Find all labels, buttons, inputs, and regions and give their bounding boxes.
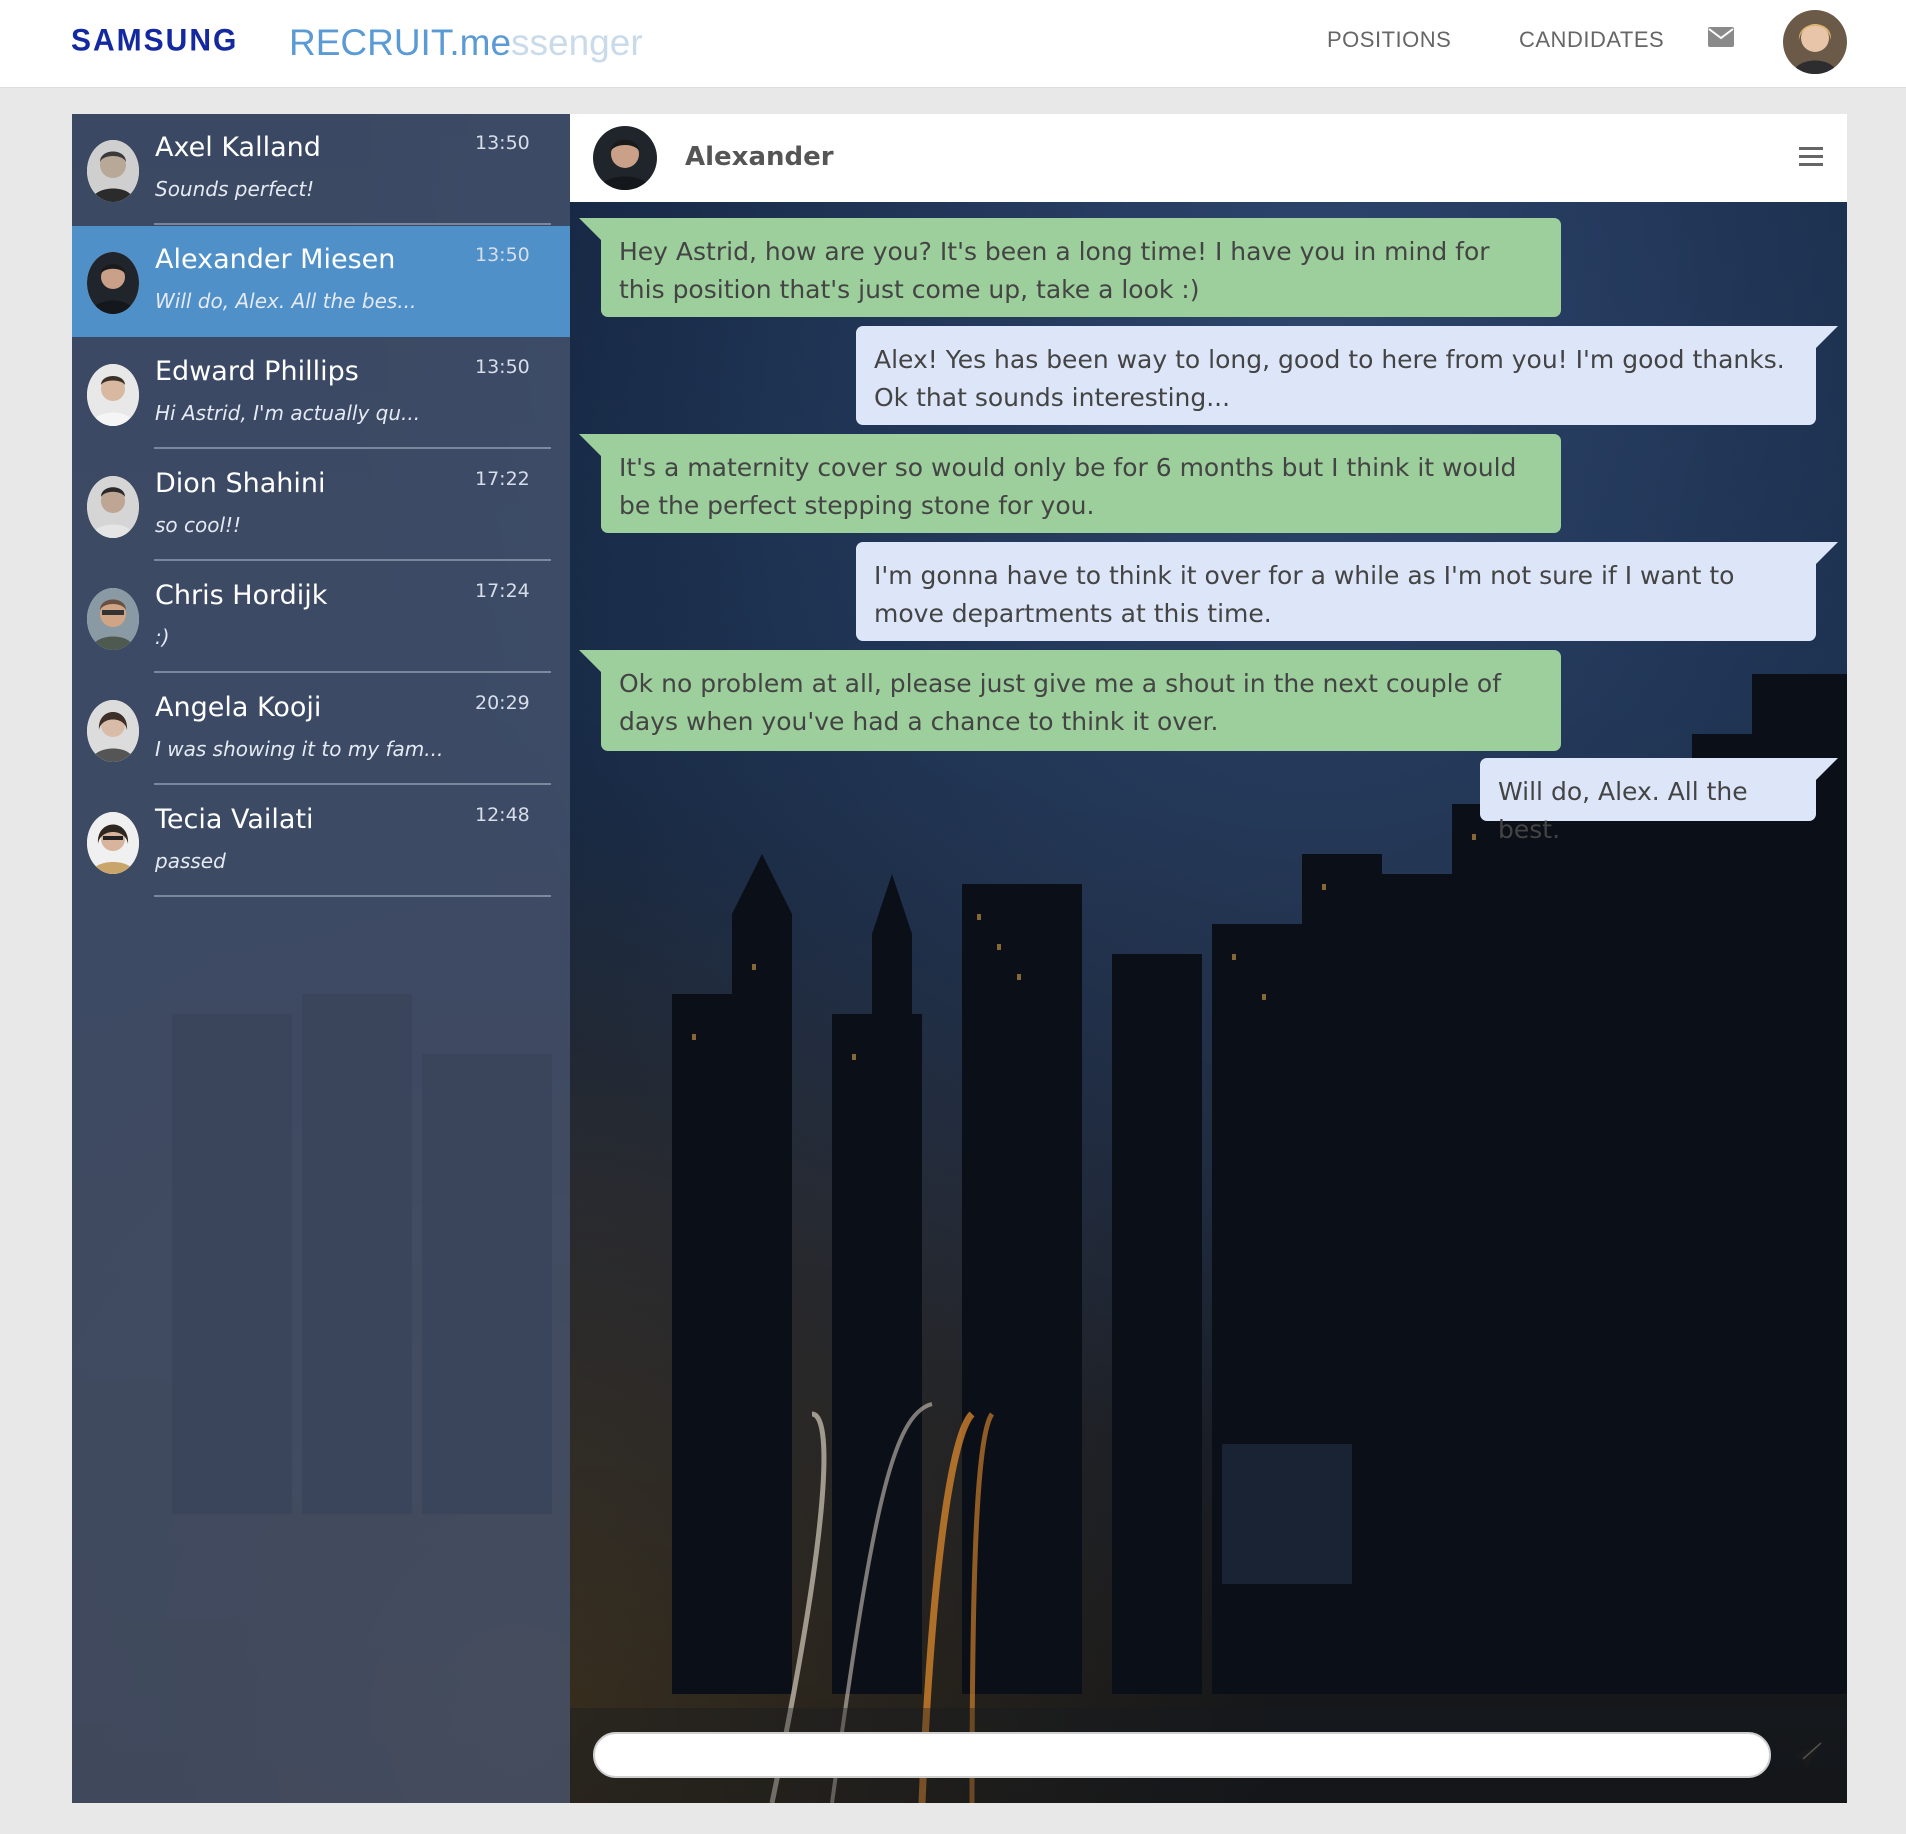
product-logo[interactable]: RECRUIT.messenger — [289, 22, 643, 64]
hamburger-menu-icon[interactable] — [1799, 147, 1823, 167]
contact-avatar — [87, 364, 139, 426]
message-time: 12:48 — [475, 804, 530, 826]
message-preview: I was showing it to my fam... — [155, 737, 444, 761]
conversation-item[interactable]: Tecia Vailati 12:48 passed — [72, 786, 570, 897]
chat-contact-avatar[interactable] — [593, 126, 657, 190]
divider — [154, 671, 551, 673]
message-input[interactable] — [593, 1732, 1771, 1778]
nav-candidates-link[interactable]: CANDIDATES — [1519, 27, 1664, 53]
message-time: 13:50 — [475, 244, 530, 266]
incoming-message: Hey Astrid, how are you? It's been a lon… — [579, 218, 1561, 317]
conversation-item[interactable]: Axel Kalland 13:50 Sounds perfect! — [72, 114, 570, 225]
message-preview: :) — [155, 625, 170, 649]
contact-name: Dion Shahini — [155, 468, 326, 499]
outgoing-message: I'm gonna have to think it over for a wh… — [856, 542, 1838, 641]
contact-name: Tecia Vailati — [155, 804, 314, 835]
contact-avatar — [87, 252, 139, 314]
top-navigation-bar: SAMSUNG RECRUIT.messenger POSITIONS CAND… — [0, 0, 1906, 88]
message-time: 20:29 — [475, 692, 530, 714]
message-preview: Hi Astrid, I'm actually qu... — [155, 401, 421, 425]
incoming-message: Ok no problem at all, please just give m… — [579, 650, 1561, 751]
contact-name: Edward Phillips — [155, 356, 359, 387]
message-preview: passed — [155, 849, 226, 873]
user-profile-avatar[interactable] — [1783, 10, 1847, 74]
contact-name: Angela Kooji — [155, 692, 322, 723]
envelope-icon[interactable] — [1708, 27, 1734, 47]
divider — [154, 895, 551, 897]
chat-header: Alexander — [570, 114, 1847, 202]
divider — [154, 783, 551, 785]
messenger-panel: Axel Kalland 13:50 Sounds perfect! Alexa… — [72, 114, 1847, 1803]
message-time: 17:24 — [475, 580, 530, 602]
chat-contact-name: Alexander — [685, 142, 834, 172]
divider — [154, 447, 551, 449]
conversation-item[interactable]: Chris Hordijk 17:24 :) — [72, 562, 570, 673]
message-preview: Sounds perfect! — [155, 177, 315, 201]
product-logo-main: RECRUIT.me — [289, 22, 512, 63]
contact-name: Axel Kalland — [155, 132, 321, 163]
contact-avatar — [87, 812, 139, 874]
contact-avatar — [87, 476, 139, 538]
product-logo-faded: ssenger — [511, 22, 643, 63]
message-time: 13:50 — [475, 132, 530, 154]
outgoing-message: Will do, Alex. All the best. — [1480, 758, 1838, 844]
incoming-message: It's a maternity cover so would only be … — [579, 434, 1561, 533]
message-time: 13:50 — [475, 356, 530, 378]
divider — [154, 559, 551, 561]
nav-positions-link[interactable]: POSITIONS — [1327, 27, 1451, 53]
outgoing-message: Alex! Yes has been way to long, good to … — [856, 326, 1838, 425]
divider — [154, 223, 551, 225]
conversation-list: Axel Kalland 13:50 Sounds perfect! Alexa… — [72, 114, 570, 1803]
contact-avatar — [87, 700, 139, 762]
conversation-item[interactable]: Dion Shahini 17:22 so cool!! — [72, 450, 570, 561]
samsung-logo[interactable]: SAMSUNG — [71, 23, 238, 59]
conversation-item-active[interactable]: Alexander Miesen 13:50 Will do, Alex. Al… — [72, 226, 570, 337]
message-composer — [570, 1708, 1847, 1803]
message-preview: Will do, Alex. All the bes... — [155, 289, 417, 313]
contact-name: Alexander Miesen — [155, 244, 396, 275]
conversation-item[interactable]: Edward Phillips 13:50 Hi Astrid, I'm act… — [72, 338, 570, 449]
message-time: 17:22 — [475, 468, 530, 490]
paper-plane-send-icon[interactable] — [1792, 1742, 1822, 1770]
contact-name: Chris Hordijk — [155, 580, 328, 611]
message-preview: so cool!! — [155, 513, 242, 537]
conversation-item[interactable]: Angela Kooji 20:29 I was showing it to m… — [72, 674, 570, 785]
contact-avatar — [87, 588, 139, 650]
contact-avatar — [87, 140, 139, 202]
